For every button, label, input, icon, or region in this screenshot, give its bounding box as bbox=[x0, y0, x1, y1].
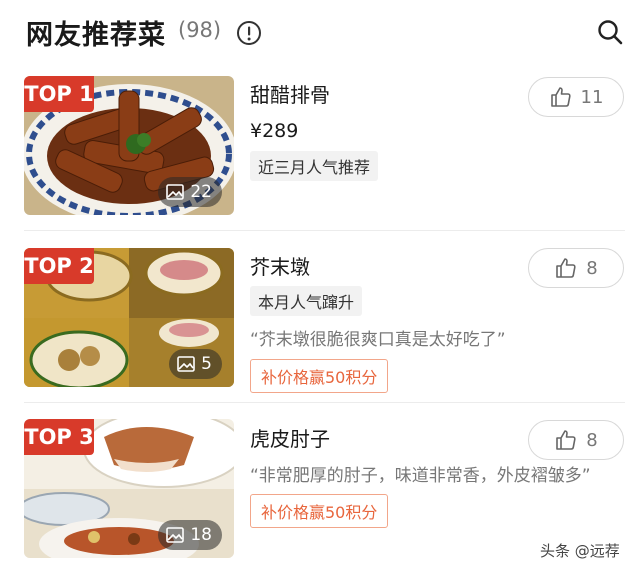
photo-count-label: 18 bbox=[190, 525, 212, 545]
watermark: 头条 @远荐 bbox=[540, 542, 620, 560]
photo-count[interactable]: 18 bbox=[158, 520, 222, 550]
image-icon bbox=[166, 527, 185, 543]
dish-name[interactable]: 虎皮肘子 bbox=[250, 423, 330, 452]
promo-button[interactable]: 补价格赢50积分 bbox=[250, 494, 389, 528]
like-count: 8 bbox=[586, 429, 598, 451]
dish-item[interactable]: TOP 3 18 虎皮肘子 “非常肥厚的肘子，味道非常香，外皮褶皱多” 补价格赢… bbox=[0, 0, 641, 571]
dish-photo[interactable]: TOP 3 18 bbox=[24, 419, 234, 558]
like-button[interactable]: 8 bbox=[528, 420, 624, 460]
review-quote: “非常肥厚的肘子，味道非常香，外皮褶皱多” bbox=[250, 466, 591, 486]
rank-badge: TOP 3 bbox=[24, 419, 94, 455]
thumbs-up-icon bbox=[556, 430, 576, 450]
